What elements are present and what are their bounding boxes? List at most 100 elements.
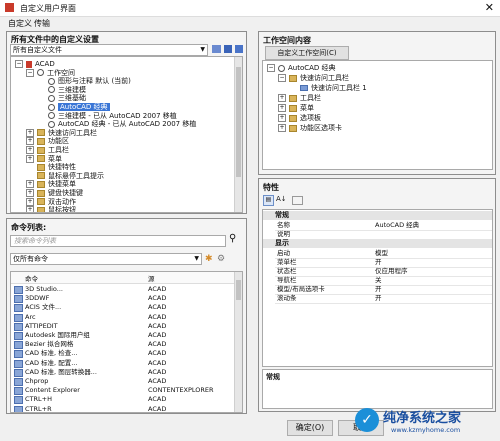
property-value[interactable]: 开 [375,285,382,294]
workspace-contents-tree[interactable]: − AutoCAD 经典 − 快速访问工具栏 快速访问工具栏 1 + 工具栏 + 菜单 + 选项板 +… [262,60,493,170]
app-icon [5,3,14,12]
new-command-icon[interactable]: ✱ [205,254,213,264]
property-key: 名称 [277,221,290,229]
property-key: 启动 [277,249,290,257]
window-title: 自定义用户界面 [20,4,76,13]
property-pages-icon[interactable] [292,196,303,205]
gear-icon [48,103,55,111]
tree-scrollbar[interactable] [234,57,242,212]
property-section[interactable]: 显示 [263,239,492,248]
tree-item[interactable]: + 功能区选项卡 [278,123,342,133]
property-row[interactable]: 滚动条 开 [275,294,492,304]
folder-icon [37,206,45,212]
search-icon[interactable]: ⚲ [229,233,236,244]
gear-icon [48,112,55,120]
property-key: 说明 [277,230,290,238]
command-search-field[interactable]: 搜索命令列表 [10,235,226,247]
folder-icon [289,74,297,82]
ok-button[interactable]: 确定(O) [287,420,333,436]
chevron-down-icon: ▼ [194,255,199,262]
folder-icon [37,180,45,188]
property-section[interactable]: 常规 [263,211,492,220]
expand-icon[interactable]: + [26,206,34,212]
tree-item[interactable]: − AutoCAD 经典 [267,63,336,73]
property-value[interactable]: 开 [375,258,382,267]
collapse-icon[interactable]: − [278,74,286,82]
gear-icon [48,77,55,85]
property-value[interactable]: 关 [375,276,382,285]
tree-item-label: 鼠标按钮 [48,206,76,213]
tab-customize[interactable]: 自定义 [8,18,32,29]
tree-scroll-thumb[interactable] [236,67,241,177]
column-command[interactable]: 命令 [25,273,38,283]
property-value[interactable]: 仅应用程序 [375,267,408,276]
gear-icon [37,69,44,77]
toolbar-icon [300,85,308,91]
workspace-contents-header: 工作空间内容 [263,36,311,45]
save-icon[interactable] [224,45,232,53]
gear-icon [48,86,55,94]
folder-icon [37,172,45,180]
property-description: 常规 [262,369,493,409]
expand-icon[interactable]: + [278,114,286,122]
save-as-icon[interactable] [235,45,243,53]
property-value[interactable]: 模型 [375,249,388,258]
folder-icon [37,129,45,137]
folder-icon [37,163,45,171]
collapse-icon[interactable]: − [15,60,23,68]
close-icon[interactable]: ✕ [485,1,494,14]
gear-icon [278,64,285,72]
properties-header: 特性 [263,183,279,192]
tree-item-label: 菜单 [300,104,314,112]
folder-icon [289,114,297,122]
command-settings-icon[interactable]: ⚙ [217,254,225,264]
property-grid[interactable]: 常规 名称 AutoCAD 经典 说明 显示 启动 模型 菜单栏开状态栏 仅应用程序 导航栏关模型… [262,209,493,367]
command-list[interactable]: 命令 源 3D Studio... ACAD 3DDWF ACAD ACIS 文件...… [10,271,243,413]
property-description-title: 常规 [266,373,280,381]
customizations-tree[interactable]: − ACAD − 工作空间 图形与注释 默认 (当前) 三维建模 三维基础 AutoCAD 经… [10,56,243,213]
gear-icon [48,94,55,102]
open-file-icon[interactable] [212,45,221,53]
file-dropdown[interactable]: 所有自定义文件 ▼ [10,44,208,56]
tab-transfer[interactable]: 传输 [34,18,50,29]
property-section-title: 显示 [275,239,289,247]
gear-icon [48,120,55,128]
watermark-logo-icon: ✓ [355,408,379,432]
command-filter-value: 仅所有命令 [13,255,48,263]
watermark: ✓ 纯净系统之家 www.kzmyhome.com [355,404,495,440]
command-list-header: 命令列表: [11,223,47,232]
chevron-down-icon: ▼ [200,46,205,53]
cad-file-icon [26,60,32,68]
property-value[interactable]: 开 [375,294,382,303]
property-key: 导航栏 [277,276,297,284]
tree-item-label: 功能区选项卡 [300,124,342,132]
expand-icon[interactable]: + [278,124,286,132]
tree-item[interactable]: + 菜单 [278,103,314,113]
collapse-icon[interactable]: − [26,68,34,77]
expand-icon[interactable]: + [278,104,286,112]
column-source[interactable]: 源 [148,273,155,283]
properties-panel: 特性 ▤ A↓ 常规 名称 AutoCAD 经典 说明 显示 启动 模型 菜单栏开状态栏 仅应用… [258,178,496,412]
tree-item[interactable]: + 选项板 [278,113,321,123]
tree-item-label: 工具栏 [300,94,321,102]
expand-icon[interactable]: + [278,94,286,102]
folder-icon [37,137,45,145]
command-list-scrollbar[interactable] [234,272,242,412]
command-icon [14,405,23,412]
categorized-icon[interactable]: ▤ [263,195,274,206]
tree-item-label: 快速访问工具栏 [300,74,349,82]
tree-item[interactable]: − 快速访问工具栏 [278,73,349,83]
command-list-scroll-thumb[interactable] [236,280,241,300]
property-key: 滚动条 [277,294,297,302]
folder-icon [37,198,45,206]
command-row[interactable]: CTRL+R ACAD [11,404,234,412]
tree-item[interactable]: + 工具栏 [278,93,321,103]
property-value[interactable]: AutoCAD 经典 [375,221,419,230]
tree-item[interactable]: + 鼠标按钮 [26,205,76,213]
customize-workspace-button[interactable]: 自定义工作空间(C) [265,46,349,60]
tree-item[interactable]: 快速访问工具栏 1 [289,83,367,93]
collapse-icon[interactable]: − [267,64,275,72]
command-filter-dropdown[interactable]: 仅所有命令 ▼ [10,253,202,265]
folder-icon [289,124,297,132]
sort-az-icon[interactable]: A↓ [276,195,287,203]
